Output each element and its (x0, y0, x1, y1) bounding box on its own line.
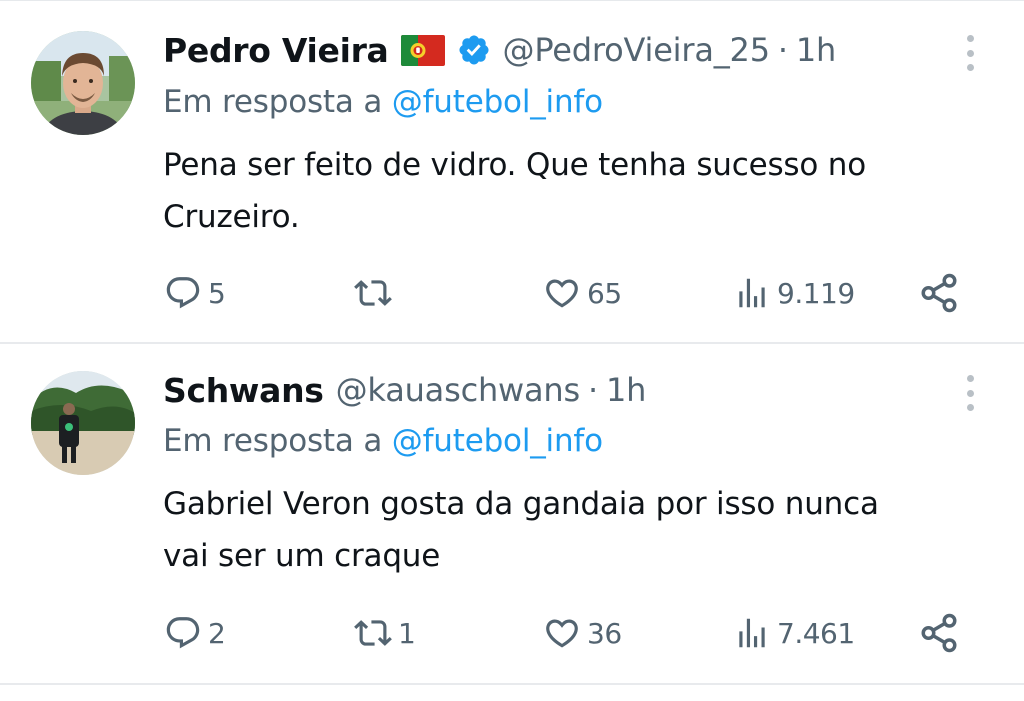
like-button[interactable]: 65 (543, 268, 622, 318)
action-bar: 2 1 36 7.461 (0, 608, 1024, 658)
reply-handle-link[interactable]: @futebol_info (392, 84, 603, 120)
display-name[interactable]: Schwans (163, 371, 324, 410)
reply-handle-link[interactable]: @futebol_info (392, 423, 603, 459)
reply-count: 2 (208, 616, 226, 650)
tweet-header: Pedro Vieira @PedroVieira_25 · 1h (163, 26, 836, 74)
timestamp[interactable]: 1h (606, 371, 646, 409)
avatar[interactable] (31, 31, 135, 135)
tweet[interactable]: Schwans @kauaschwans · 1h Em resposta a … (0, 344, 1024, 685)
tweet-text: Gabriel Veron gosta da gandaia por isso … (163, 486, 879, 574)
like-button[interactable]: 36 (543, 608, 622, 658)
more-options-icon[interactable] (960, 375, 980, 411)
verified-badge-icon (457, 33, 491, 67)
portugal-flag-icon (400, 34, 445, 66)
action-bar: 5 65 9.119 (0, 268, 1024, 318)
view-count: 9.119 (777, 276, 855, 310)
view-count: 7.461 (777, 616, 855, 650)
tweet-header: Schwans @kauaschwans · 1h (163, 366, 646, 414)
share-icon (921, 273, 957, 313)
retweet-count: 1 (398, 616, 416, 650)
heart-icon (546, 619, 578, 648)
separator-dot: · (587, 371, 598, 409)
retweet-button[interactable] (354, 268, 398, 318)
timestamp[interactable]: 1h (796, 31, 836, 69)
reply-prefix: Em resposta a (163, 84, 392, 120)
retweet-icon (354, 620, 392, 646)
like-count: 65 (587, 276, 622, 310)
views-icon (739, 618, 765, 648)
share-button[interactable] (918, 268, 960, 318)
display-name[interactable]: Pedro Vieira (163, 31, 389, 70)
tweet-text: Pena ser feito de vidro. Que tenha suces… (163, 147, 866, 235)
reply-context: Em resposta a @futebol_info (163, 84, 603, 120)
like-count: 36 (587, 616, 622, 650)
share-icon (921, 613, 957, 653)
user-handle[interactable]: @kauaschwans (336, 371, 581, 409)
more-options-icon[interactable] (960, 35, 980, 71)
avatar[interactable] (31, 371, 135, 475)
views-button[interactable]: 7.461 (733, 608, 855, 658)
retweet-button[interactable]: 1 (354, 608, 416, 658)
reply-button[interactable]: 5 (164, 268, 226, 318)
reply-count: 5 (208, 276, 226, 310)
retweet-icon (354, 280, 392, 306)
reply-icon (166, 617, 200, 649)
reply-button[interactable]: 2 (164, 608, 226, 658)
separator-dot: · (777, 31, 788, 69)
views-icon (739, 278, 765, 308)
reply-icon (166, 277, 200, 309)
heart-icon (546, 279, 578, 308)
user-handle[interactable]: @PedroVieira_25 (503, 31, 771, 69)
tweet[interactable]: Pedro Vieira @PedroVieira_25 · 1h Em res… (0, 0, 1024, 344)
views-button[interactable]: 9.119 (733, 268, 855, 318)
reply-prefix: Em resposta a (163, 423, 392, 459)
reply-context: Em resposta a @futebol_info (163, 423, 603, 459)
share-button[interactable] (918, 608, 960, 658)
